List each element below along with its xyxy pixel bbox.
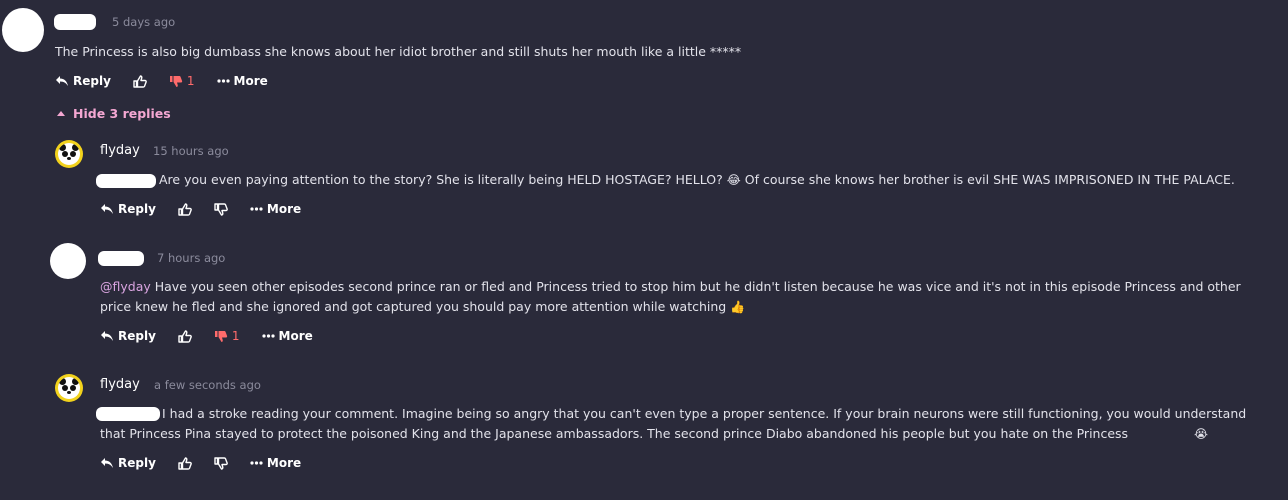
more-button[interactable]: More	[250, 202, 301, 216]
reply-icon	[100, 330, 114, 342]
reply-time: a few seconds ago	[154, 378, 261, 392]
dislike-button[interactable]	[214, 202, 228, 216]
dislike-count: 1	[231, 329, 240, 343]
like-button[interactable]	[133, 74, 147, 88]
reply-text: Are you even paying attention to the sto…	[159, 170, 1279, 190]
more-dots-icon	[250, 207, 263, 211]
thumbs-up-icon	[178, 202, 192, 216]
comment-text: The Princess is also big dumbass she kno…	[55, 44, 742, 59]
avatar[interactable]	[50, 243, 86, 279]
crying-emoji: 😭	[1194, 427, 1209, 441]
more-button[interactable]: More	[261, 329, 313, 343]
username[interactable]: flyday	[100, 377, 140, 392]
thumbs-up-icon	[178, 329, 192, 343]
thumbs-up-emoji: 👍	[730, 300, 746, 314]
like-button[interactable]	[178, 329, 192, 343]
dislike-button[interactable]: 1	[169, 74, 195, 88]
more-button[interactable]: More	[216, 74, 268, 88]
thumbs-down-icon	[214, 202, 228, 216]
more-dots-icon	[216, 79, 230, 83]
thumbs-down-icon	[214, 456, 228, 470]
thumbs-down-icon	[169, 75, 183, 88]
reply-text: I had a stroke reading your comment. Ima…	[100, 404, 1270, 444]
more-label: More	[266, 456, 302, 470]
reply-label: Reply	[118, 329, 156, 343]
dislike-button[interactable]	[214, 456, 228, 470]
reply-text: @flyday Have you seen other episodes sec…	[100, 277, 1270, 317]
reply-icon	[100, 457, 114, 469]
thumbs-up-icon	[178, 456, 192, 470]
reply-label: Reply	[118, 202, 156, 216]
reply-label: Reply	[118, 456, 156, 470]
more-button[interactable]: More	[250, 456, 301, 470]
reply-button[interactable]: Reply	[100, 329, 156, 343]
more-label: More	[266, 202, 302, 216]
reply-button[interactable]: Reply	[55, 74, 111, 88]
comment-actions: Reply 1 More	[55, 74, 290, 88]
reply-button[interactable]: Reply	[100, 202, 156, 216]
panda-avatar-icon[interactable]	[55, 140, 83, 168]
thumbs-down-icon	[214, 330, 228, 343]
like-button[interactable]	[178, 456, 192, 470]
dislike-count: 1	[186, 74, 195, 88]
reply-icon	[100, 203, 114, 215]
reply-actions: Reply 1 More	[100, 329, 335, 343]
more-dots-icon	[261, 334, 275, 338]
more-label: More	[233, 74, 268, 88]
more-label: More	[278, 329, 313, 343]
hide-replies-label: Hide 3 replies	[73, 106, 171, 121]
comment-time: 5 days ago	[112, 15, 176, 29]
reply-time: 7 hours ago	[157, 251, 226, 265]
redacted-username	[98, 251, 144, 266]
caret-up-icon	[57, 111, 65, 116]
username[interactable]: flyday	[100, 143, 140, 158]
reply-time: 15 hours ago	[153, 144, 229, 158]
dislike-button[interactable]: 1	[214, 329, 240, 343]
hide-replies-toggle[interactable]: Hide 3 replies	[57, 106, 171, 121]
laughing-emoji: 😂	[726, 173, 741, 187]
reply-actions: Reply More	[100, 202, 323, 216]
reply-icon	[55, 75, 69, 87]
like-button[interactable]	[178, 202, 192, 216]
redacted-mention	[96, 174, 156, 188]
panda-avatar-icon[interactable]	[55, 374, 83, 402]
avatar[interactable]	[2, 8, 44, 52]
redacted-username	[54, 14, 96, 30]
reply-label: Reply	[73, 74, 111, 88]
reply-actions: Reply More	[100, 456, 323, 470]
reply-button[interactable]: Reply	[100, 456, 156, 470]
mention-link[interactable]: @flyday	[100, 279, 151, 294]
thumbs-up-icon	[133, 74, 147, 88]
more-dots-icon	[250, 461, 263, 465]
